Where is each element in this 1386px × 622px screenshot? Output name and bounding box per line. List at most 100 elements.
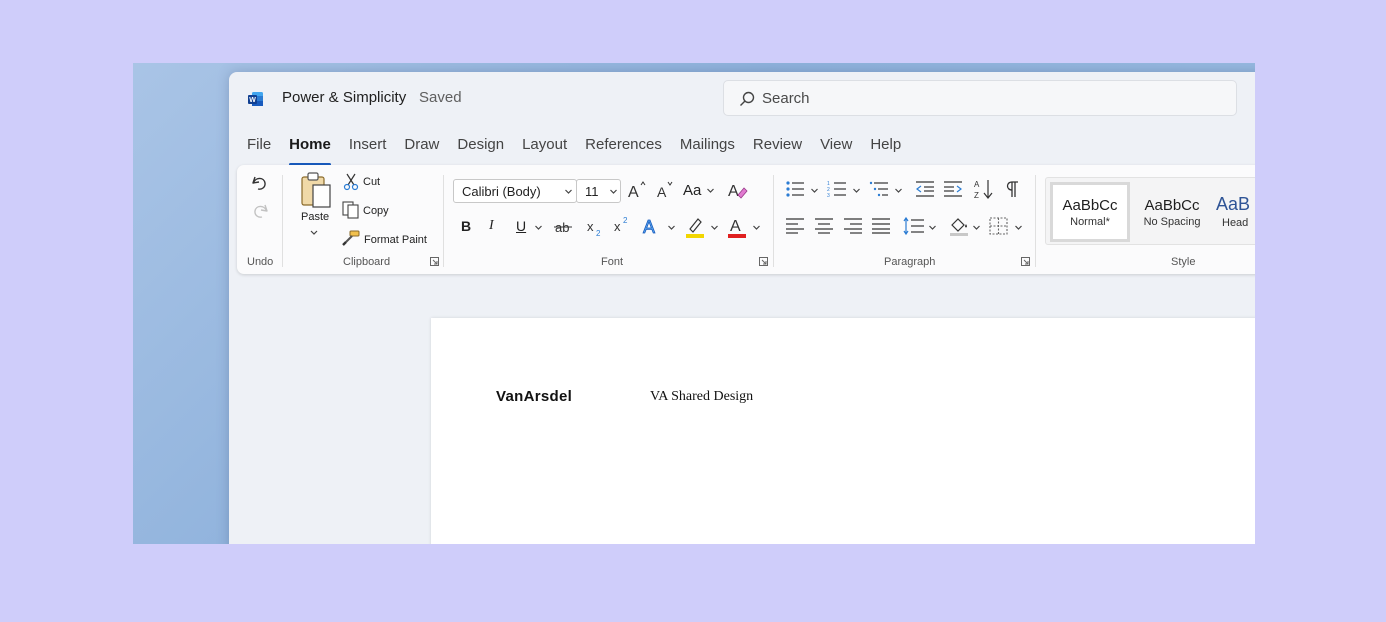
clipboard-launcher-icon[interactable] <box>430 257 439 266</box>
tab-view[interactable]: View <box>820 136 852 160</box>
group-label-font: Font <box>601 256 624 268</box>
vanarsdel-logo: VanArsdel <box>496 388 573 405</box>
align-center-icon[interactable] <box>814 217 834 235</box>
chevron-down-icon[interactable] <box>710 224 719 232</box>
tab-review[interactable]: Review <box>753 136 802 160</box>
svg-text:A: A <box>643 217 655 237</box>
document-title[interactable]: Power & Simplicity <box>282 89 406 106</box>
save-status[interactable]: Saved <box>419 89 462 106</box>
highlighter-icon[interactable] <box>684 215 706 239</box>
tab-mailings[interactable]: Mailings <box>680 136 735 160</box>
word-app-icon[interactable]: W <box>248 91 264 107</box>
copy-icon[interactable] <box>342 201 360 219</box>
font-launcher-icon[interactable] <box>759 257 768 266</box>
bold-button[interactable]: B <box>461 218 471 234</box>
justify-icon[interactable] <box>871 217 891 235</box>
change-case-button[interactable]: Aa <box>683 182 701 199</box>
subscript-icon[interactable]: x 2 <box>586 217 604 239</box>
strikethrough-icon[interactable]: ab <box>553 217 575 237</box>
svg-text:A: A <box>974 180 980 189</box>
group-divider <box>443 175 444 267</box>
search-icon <box>740 91 755 106</box>
style-sample: AaBbCc <box>1062 197 1118 214</box>
paste-icon[interactable] <box>299 171 333 209</box>
chevron-down-icon <box>610 189 617 194</box>
document-page[interactable]: VanArsdel VA Shared Design <box>431 318 1255 544</box>
format-paint-icon[interactable] <box>342 230 360 246</box>
chevron-down-icon <box>565 189 572 194</box>
svg-text:3: 3 <box>827 193 830 198</box>
group-divider <box>282 175 283 267</box>
tab-design[interactable]: Design <box>457 136 504 160</box>
group-label-paragraph: Paragraph <box>884 256 936 268</box>
increase-indent-icon[interactable] <box>943 180 963 198</box>
style-sample: AaBbCc <box>1144 197 1200 214</box>
group-label-clipboard: Clipboard <box>343 256 391 268</box>
align-right-icon[interactable] <box>843 217 863 235</box>
cut-icon[interactable] <box>343 173 359 191</box>
superscript-icon[interactable]: x 2 <box>613 215 631 237</box>
style-no-spacing[interactable]: AaBbCc No Spacing <box>1132 182 1212 242</box>
chevron-down-icon[interactable] <box>928 224 937 232</box>
style-normal[interactable]: AaBbCc Normal* <box>1050 182 1130 242</box>
word-window: W Power & Simplicity Saved Search File H… <box>229 72 1255 544</box>
borders-icon[interactable] <box>989 217 1009 235</box>
paste-label[interactable]: Paste <box>301 211 329 223</box>
font-size-select[interactable]: 11 <box>576 179 621 203</box>
cut-label[interactable]: Cut <box>363 176 380 188</box>
svg-text:2: 2 <box>596 229 601 238</box>
multilevel-list-icon[interactable] <box>869 180 889 198</box>
redo-icon[interactable] <box>249 200 271 222</box>
grow-font-icon[interactable]: A <box>627 180 647 200</box>
group-divider <box>773 175 774 267</box>
font-family-select[interactable]: Calibri (Body) <box>453 179 577 203</box>
bullets-icon[interactable] <box>785 180 805 198</box>
chevron-down-icon[interactable] <box>852 187 861 195</box>
chevron-down-icon[interactable] <box>534 224 543 232</box>
group-label-undo: Undo <box>247 256 274 268</box>
copy-label[interactable]: Copy <box>363 205 389 217</box>
chevron-down-icon[interactable] <box>810 187 819 195</box>
show-formatting-marks-icon[interactable] <box>1004 180 1020 198</box>
tab-help[interactable]: Help <box>870 136 901 160</box>
tab-references[interactable]: References <box>585 136 662 160</box>
style-heading[interactable]: AaB Head <box>1216 182 1255 242</box>
chevron-down-icon[interactable] <box>752 224 761 232</box>
style-name: Head <box>1222 217 1249 229</box>
chevron-down-icon[interactable] <box>706 187 715 195</box>
tab-draw[interactable]: Draw <box>404 136 439 160</box>
svg-text:x: x <box>614 219 621 234</box>
font-color-icon[interactable]: A <box>726 215 748 239</box>
chevron-down-icon[interactable] <box>894 187 903 195</box>
chevron-down-icon[interactable] <box>667 224 676 232</box>
svg-text:A: A <box>628 184 639 200</box>
font-family-value: Calibri (Body) <box>462 184 541 199</box>
underline-button[interactable]: U <box>516 218 526 234</box>
shrink-font-icon[interactable]: A <box>655 180 675 200</box>
style-name: Normal* <box>1070 216 1110 228</box>
line-spacing-icon[interactable] <box>903 216 925 236</box>
text-effects-icon[interactable]: A <box>641 215 663 237</box>
tab-insert[interactable]: Insert <box>349 136 387 160</box>
desktop-background: W Power & Simplicity Saved Search File H… <box>133 63 1255 544</box>
italic-button[interactable]: I <box>489 218 494 234</box>
shading-icon[interactable] <box>948 215 970 237</box>
tab-layout[interactable]: Layout <box>522 136 567 160</box>
align-left-icon[interactable] <box>785 217 805 235</box>
search-box[interactable]: Search <box>723 80 1237 116</box>
format-paint-label[interactable]: Format Paint <box>364 234 427 246</box>
search-placeholder: Search <box>762 90 810 107</box>
tab-file[interactable]: File <box>247 136 271 160</box>
decrease-indent-icon[interactable] <box>915 180 935 198</box>
chevron-down-icon[interactable] <box>972 224 981 232</box>
style-name: No Spacing <box>1143 216 1201 228</box>
chevron-down-icon[interactable] <box>1014 224 1023 232</box>
undo-icon[interactable] <box>249 172 271 194</box>
paragraph-launcher-icon[interactable] <box>1021 257 1030 266</box>
chevron-down-icon[interactable] <box>309 229 319 237</box>
document-heading[interactable]: VA Shared Design <box>650 389 753 405</box>
clear-formatting-icon[interactable]: A <box>727 179 749 201</box>
sort-icon[interactable]: A Z <box>974 178 994 200</box>
numbering-icon[interactable]: 1 2 3 <box>827 180 847 198</box>
tab-home[interactable]: Home <box>289 136 331 166</box>
